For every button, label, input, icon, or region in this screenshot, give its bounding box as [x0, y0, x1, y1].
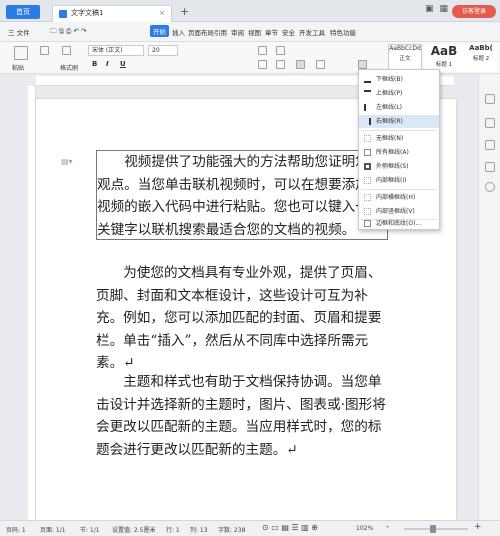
status-row: 行: 1 — [166, 527, 180, 534]
menu-developer[interactable]: 开发工具 — [299, 27, 325, 37]
border-button-icon[interactable] — [358, 60, 367, 69]
document-tab[interactable]: 文字文稿1 × — [52, 5, 172, 22]
zoom-in-button[interactable]: + — [474, 522, 482, 532]
vertical-ruler[interactable] — [28, 86, 36, 520]
borders-shading-icon — [364, 220, 371, 227]
zoom-level[interactable]: 102% — [356, 525, 373, 532]
menu-start[interactable]: 开始 — [150, 25, 169, 37]
status-section: 节: 1/1 — [80, 527, 100, 534]
menu-outside-borders[interactable]: 外侧框线(S) — [359, 160, 439, 173]
settings-icon[interactable] — [485, 162, 495, 172]
select-icon[interactable] — [485, 118, 495, 128]
paragraph-1-bordered[interactable]: 视频提供了功能强大的方法帮助您证明您的观点。当您单击联机视频时，可以在想要添加的… — [96, 150, 388, 240]
menu-page-layout[interactable]: 页面布局 — [188, 27, 214, 37]
new-tab-button[interactable]: + — [180, 5, 189, 18]
paste-label: 粘贴 — [12, 65, 25, 72]
inside-horizontal-icon — [364, 194, 371, 201]
align-center-icon[interactable] — [276, 60, 285, 69]
share-icon[interactable] — [485, 140, 495, 150]
numbered-list-icon[interactable] — [276, 46, 285, 55]
inside-borders-icon — [364, 177, 371, 184]
grid-icon[interactable]: ▦ — [439, 4, 448, 14]
writer-doc-icon — [59, 10, 67, 18]
menu-borders-shading[interactable]: 边框和底纹(O)... — [359, 217, 439, 230]
all-borders-icon — [364, 149, 371, 156]
inside-vertical-icon — [364, 208, 371, 215]
status-word-count[interactable]: 字数: 238 — [218, 525, 245, 534]
justify-icon[interactable] — [296, 60, 305, 69]
italic-button[interactable]: I — [106, 60, 109, 68]
style-heading-1[interactable]: AaB 标题 1 — [424, 44, 464, 72]
zoom-out-button[interactable]: - — [386, 522, 389, 532]
close-tab-icon[interactable]: × — [159, 6, 165, 21]
status-pages: 页面: 1/1 — [40, 527, 66, 534]
font-select[interactable]: 宋体 (正文) — [88, 45, 144, 56]
outside-borders-icon — [364, 163, 371, 170]
menu-divider — [361, 130, 437, 131]
font-size-select[interactable]: 20 — [148, 45, 178, 56]
menu-divider — [361, 189, 437, 190]
top-border-icon — [364, 90, 371, 97]
format-brush-button[interactable]: 格式刷 — [60, 63, 78, 72]
help-icon[interactable] — [485, 182, 495, 192]
file-menu[interactable]: 三 文件 — [8, 27, 30, 37]
status-column: 列: 13 — [190, 527, 208, 534]
style-normal[interactable]: AaBbCcDd 正文 — [388, 44, 422, 72]
no-border-icon — [364, 135, 371, 142]
menu-review[interactable]: 审阅 — [231, 27, 244, 37]
title-bar: 首页 文字文稿1 × + ▣ ▦ 访客登录 — [0, 0, 500, 22]
menu-bar: 三 文件 🗀 🖫 ⎙ ↶ ↷ 开始 插入 页面布局 引用 审阅 视图 章节 安全… — [0, 22, 500, 42]
status-page-number: 页码: 1 — [6, 527, 26, 534]
menu-all-borders[interactable]: 所有框线(A) — [359, 146, 439, 159]
menu-references[interactable]: 引用 — [214, 27, 227, 37]
right-toolbar — [478, 74, 500, 520]
menu-top-border[interactable]: 上框线(P) — [359, 87, 439, 100]
document-tab-label: 文字文稿1 — [71, 9, 104, 17]
menu-security[interactable]: 安全 — [282, 27, 295, 37]
quick-access-icons: 🗀 🖫 ⎙ ↶ ↷ — [50, 27, 87, 35]
bottom-border-icon — [364, 76, 371, 83]
paragraph-2[interactable]: 为使您的文档具有专业外观，提供了页眉、页脚、封面和文本框设计，这些设计可互为补充… — [96, 262, 392, 375]
status-setting: 设置值: 2.5厘米 — [112, 527, 156, 534]
pen-icon[interactable] — [485, 94, 495, 104]
view-mode-icons[interactable]: ⊙ ▭ ▤ ☰ ▥ ⊕ — [262, 523, 318, 532]
layout-icon[interactable]: ▣ — [425, 4, 434, 14]
left-border-icon — [364, 104, 371, 111]
menu-bottom-border[interactable]: 下框线(B) — [359, 73, 439, 86]
menu-view[interactable]: 视图 — [248, 27, 261, 37]
home-tab[interactable]: 首页 — [6, 5, 40, 19]
login-button[interactable]: 访客登录 — [452, 5, 496, 18]
menu-no-border[interactable]: 无框线(N) — [359, 132, 439, 145]
window-controls: ▣ ▦ — [425, 4, 448, 14]
menu-special[interactable]: 特色功能 — [330, 27, 356, 37]
bold-button[interactable]: B — [92, 60, 97, 68]
menu-inside-horizontal-border[interactable]: 内部横框线(H) — [359, 191, 439, 204]
cut-icon[interactable] — [40, 46, 49, 55]
bullet-list-icon[interactable] — [258, 46, 267, 55]
zoom-slider-handle[interactable] — [430, 525, 436, 533]
copy-icon[interactable] — [62, 46, 71, 55]
line-spacing-icon[interactable] — [316, 60, 325, 69]
menu-left-border[interactable]: 左框线(L) — [359, 101, 439, 114]
menu-insert[interactable]: 插入 — [172, 27, 185, 37]
align-left-icon[interactable] — [258, 60, 267, 69]
menu-right-border[interactable]: 右框线(R) — [359, 115, 439, 128]
right-border-icon — [364, 118, 371, 125]
style-heading-2[interactable]: AaBb(标题 2 — [464, 44, 498, 72]
border-dropdown-menu: 下框线(B) 上框线(P) 左框线(L) 右框线(R) 无框线(N) 所有框线(… — [358, 69, 440, 230]
paste-icon[interactable] — [14, 46, 28, 60]
paragraph-handle-icon[interactable]: ▤▾ — [61, 157, 73, 166]
zoom-slider-track[interactable] — [404, 528, 468, 530]
paragraph-3[interactable]: 主题和样式也有助于文档保持协调。当您单击设计并选择新的主题时，图片、图表或·图形… — [96, 371, 392, 461]
underline-button[interactable]: U — [120, 60, 126, 68]
status-bar: 页码: 1 页面: 1/1 节: 1/1 设置值: 2.5厘米 行: 1 列: … — [0, 520, 500, 536]
menu-inside-borders[interactable]: 内部框线(I) — [359, 174, 439, 187]
menu-chapter[interactable]: 章节 — [265, 27, 278, 37]
